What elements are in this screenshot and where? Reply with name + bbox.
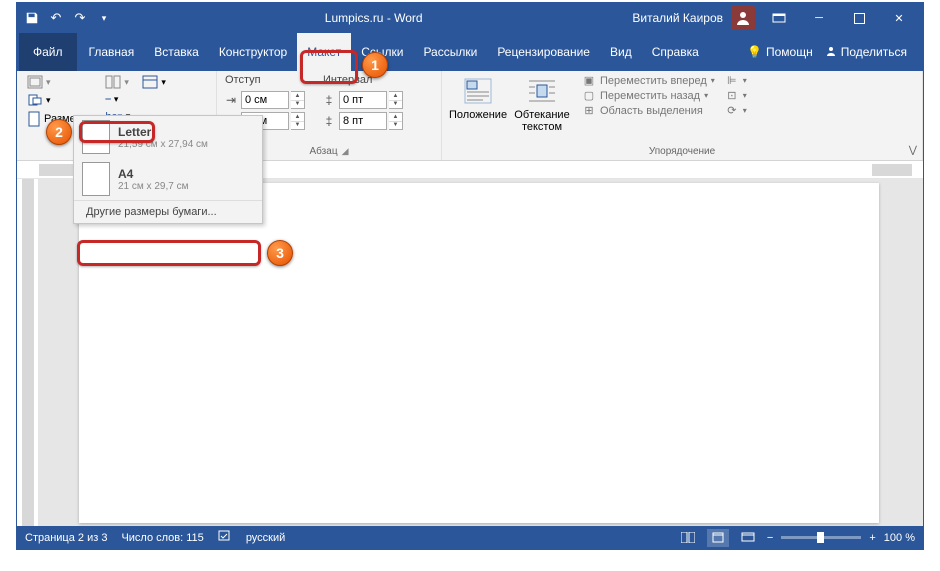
spacing-before-input[interactable]: 0 пт (339, 91, 387, 109)
bring-forward-icon: ▣ (582, 74, 596, 87)
group-button: ⊡▾ (723, 88, 749, 103)
zoom-out-icon[interactable]: − (767, 532, 773, 544)
group-label-paragraph: Абзац (310, 146, 338, 157)
margins-button[interactable]: ▾ (23, 73, 93, 91)
document-area (17, 179, 923, 526)
view-read-icon[interactable] (677, 529, 699, 547)
page[interactable] (79, 183, 879, 523)
indent-left-icon: ⇥ (223, 93, 239, 107)
rotate-button: ⟳▾ (723, 103, 749, 118)
position-button[interactable]: Положение (448, 73, 508, 123)
group-arrange: Положение Обтекание текстом ▣ Переместит… (442, 71, 923, 160)
wrap-text-icon (526, 75, 558, 107)
tab-home[interactable]: Главная (79, 33, 145, 71)
spacing-after-icon: ‡ (321, 114, 337, 128)
status-page[interactable]: Страница 2 из 3 (25, 532, 107, 544)
tab-review[interactable]: Рецензирование (487, 33, 600, 71)
view-print-icon[interactable] (707, 529, 729, 547)
indent-left-stepper[interactable]: ▲▼ (291, 91, 305, 109)
tab-help[interactable]: Справка (642, 33, 709, 71)
columns-button[interactable]: ▾ (101, 73, 134, 91)
quick-access-toolbar: ↶ ↷ ▾ (21, 7, 115, 29)
qat-more-icon[interactable]: ▾ (93, 7, 115, 29)
callout-1: 1 (362, 52, 388, 78)
save-icon[interactable] (21, 7, 43, 29)
statusbar: Страница 2 из 3 Число слов: 115 русский … (17, 526, 923, 549)
tab-mailings[interactable]: Рассылки (413, 33, 487, 71)
spacing-after-stepper[interactable]: ▲▼ (389, 112, 403, 130)
lightbulb-icon: 💡 (747, 45, 762, 59)
size-option-letter[interactable]: Letter 21,59 см x 27,94 см (74, 116, 262, 158)
page-thumb-icon (82, 120, 110, 154)
redo-icon[interactable]: ↷ (69, 7, 91, 29)
wrap-text-button[interactable]: Обтекание текстом (512, 73, 572, 135)
spacing-label: Интервал (321, 73, 403, 89)
orientation-button[interactable]: ▾ (23, 91, 93, 109)
user-name: Виталий Каиров (632, 11, 723, 25)
spacing-before-icon: ‡ (321, 93, 337, 107)
tab-design[interactable]: Конструктор (209, 33, 297, 71)
tab-file[interactable]: Файл (19, 33, 77, 71)
ribbon-options-icon[interactable] (759, 4, 799, 32)
status-language[interactable]: русский (246, 532, 285, 544)
maximize-icon[interactable] (839, 4, 879, 32)
spacing-before-stepper[interactable]: ▲▼ (389, 91, 403, 109)
size-more-options[interactable]: Другие размеры бумаги... (74, 200, 262, 223)
share-button[interactable]: Поделиться (825, 45, 907, 60)
vertical-ruler[interactable] (17, 179, 39, 526)
titlebar: ↶ ↷ ▾ Lumpics.ru - Word Виталий Каиров ─ (17, 3, 923, 71)
bring-forward-button: ▣ Переместить вперед▾ (580, 73, 717, 88)
status-words[interactable]: Число слов: 115 (121, 532, 203, 544)
dialog-launcher-icon[interactable]: ◢ (342, 146, 349, 157)
line-numbers-button[interactable]: ▾ (138, 73, 170, 91)
tell-me[interactable]: 💡 Помощн (747, 45, 813, 60)
callout-3: 3 (267, 240, 293, 266)
zoom-level[interactable]: 100 % (884, 532, 915, 544)
minimize-icon[interactable]: ─ (799, 4, 839, 32)
indent-right-stepper[interactable]: ▲▼ (291, 112, 305, 130)
spacing-after-input[interactable]: 8 пт (339, 112, 387, 130)
selection-pane-button: ⊞ Область выделения (580, 103, 717, 118)
page-thumb-icon (82, 162, 110, 196)
ribbon: ▾ ▾ Размер ▾ (17, 71, 923, 161)
callout-2: 2 (46, 119, 72, 145)
share-icon (825, 45, 837, 60)
group-label-arrange: Упорядочение (649, 146, 715, 157)
size-dropdown-menu: Letter 21,59 см x 27,94 см A4 21 см x 29… (73, 115, 263, 224)
spellcheck-icon[interactable] (218, 530, 232, 545)
undo-icon[interactable]: ↶ (45, 7, 67, 29)
zoom-slider[interactable] (781, 536, 861, 539)
size-option-a4[interactable]: A4 21 см x 29,7 см (74, 158, 262, 200)
selection-pane-icon: ⊞ (582, 104, 596, 117)
align-button: ⊫▾ (723, 73, 749, 88)
window-title: Lumpics.ru - Word (115, 11, 632, 25)
send-backward-icon: ▢ (582, 89, 596, 102)
tab-insert[interactable]: Вставка (144, 33, 209, 71)
zoom-in-icon[interactable]: + (869, 532, 875, 544)
word-window: ↶ ↷ ▾ Lumpics.ru - Word Виталий Каиров ─ (16, 2, 924, 550)
tab-layout[interactable]: Макет (297, 33, 351, 71)
close-icon[interactable]: ✕ (879, 4, 919, 32)
indent-label: Отступ (223, 73, 305, 89)
view-web-icon[interactable] (737, 529, 759, 547)
indent-left-input[interactable]: 0 см (241, 91, 289, 109)
send-backward-button: ▢ Переместить назад▾ (580, 88, 717, 103)
ribbon-tabs: Файл Главная Вставка Конструктор Макет С… (17, 33, 923, 71)
tab-view[interactable]: Вид (600, 33, 642, 71)
collapse-ribbon-icon[interactable]: ⋁ (909, 145, 917, 156)
avatar[interactable] (731, 6, 755, 30)
position-icon (462, 75, 494, 107)
breaks-button[interactable]: ⎯▾ (101, 91, 134, 108)
